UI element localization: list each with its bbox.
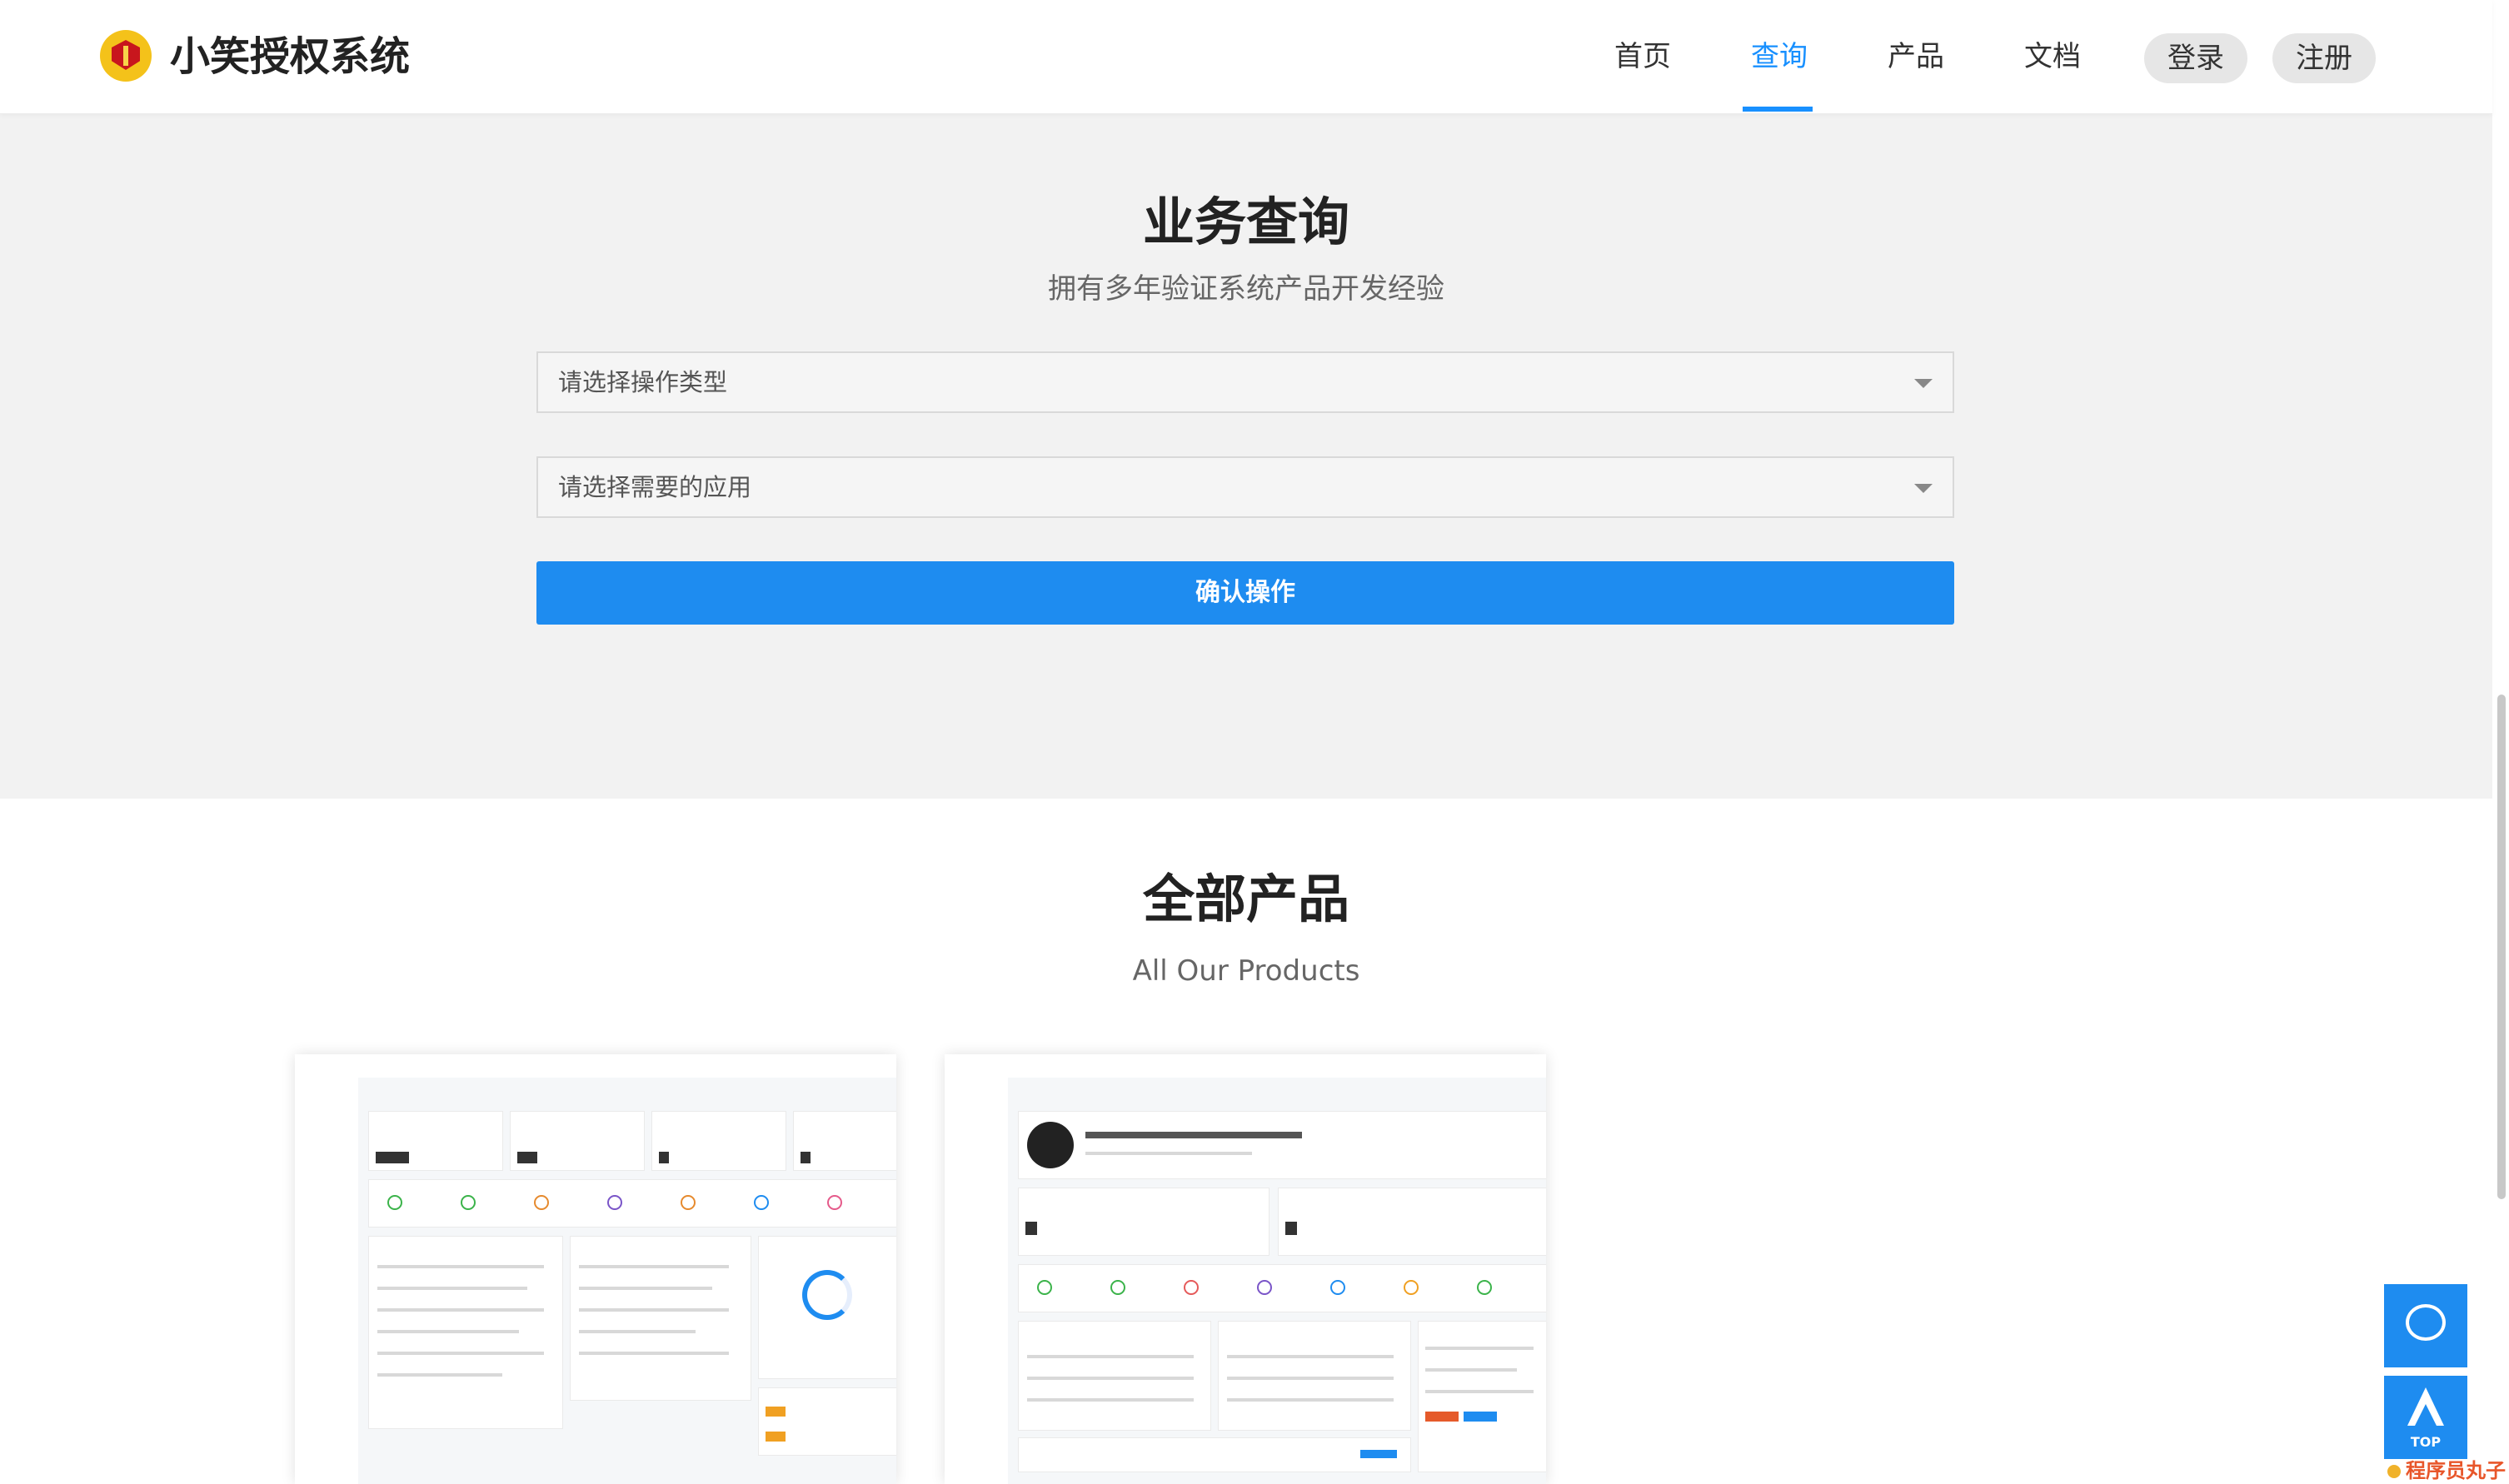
app-select-value: 请选择需要的应用 — [558, 473, 752, 501]
site-header: 小笑授权系统 首页 查询 产品 文档 登录 注册 — [0, 0, 2492, 114]
confirm-button[interactable]: 确认操作 — [536, 561, 1954, 625]
product-1-toolbar — [358, 1054, 896, 1078]
chevron-down-icon — [1914, 379, 1933, 388]
query-subtitle: 拥有多年验证系统产品开发经验 — [1048, 272, 1444, 306]
product-2-toolbar — [1008, 1054, 1546, 1078]
product-card-1[interactable] — [295, 1054, 896, 1484]
nav-products[interactable]: 产品 — [1888, 0, 1944, 113]
product-2-preview — [1008, 1078, 1546, 1484]
nav-active-indicator — [1743, 107, 1813, 112]
chat-bubble-icon — [2406, 1304, 2446, 1341]
operation-type-value: 请选择操作类型 — [558, 368, 728, 396]
watermark-icon — [2387, 1465, 2401, 1478]
chevron-down-icon — [1914, 484, 1933, 493]
product-2-sidebar — [945, 1054, 1009, 1484]
products-subtitle: All Our Products — [1132, 954, 1360, 988]
login-button[interactable]: 登录 — [2144, 33, 2247, 83]
operation-type-select[interactable]: 请选择操作类型 — [536, 351, 1954, 413]
nav-query[interactable]: 查询 — [1751, 0, 1808, 113]
scrollbar-thumb[interactable] — [2497, 695, 2506, 1199]
product-1-sidebar — [295, 1054, 359, 1484]
nav-docs[interactable]: 文档 — [2024, 0, 2081, 113]
watermark: 程序员丸子 — [2387, 1454, 2506, 1483]
brand-name[interactable]: 小笑授权系统 — [170, 30, 410, 83]
top-label: TOP — [2410, 1434, 2442, 1450]
query-title: 业务查询 — [1142, 192, 1349, 252]
query-section: 业务查询 拥有多年验证系统产品开发经验 请选择操作类型 请选择需要的应用 确认操… — [0, 114, 2492, 799]
chat-button[interactable] — [2384, 1284, 2467, 1367]
back-to-top-button[interactable]: TOP — [2384, 1376, 2467, 1459]
app-select[interactable]: 请选择需要的应用 — [536, 456, 1954, 518]
products-title: 全部产品 — [1142, 869, 1349, 929]
product-card-2[interactable] — [945, 1054, 1546, 1484]
product-1-preview — [358, 1078, 896, 1484]
nav-home[interactable]: 首页 — [1614, 0, 1671, 113]
register-button[interactable]: 注册 — [2272, 33, 2376, 83]
logo-icon[interactable] — [100, 30, 152, 82]
